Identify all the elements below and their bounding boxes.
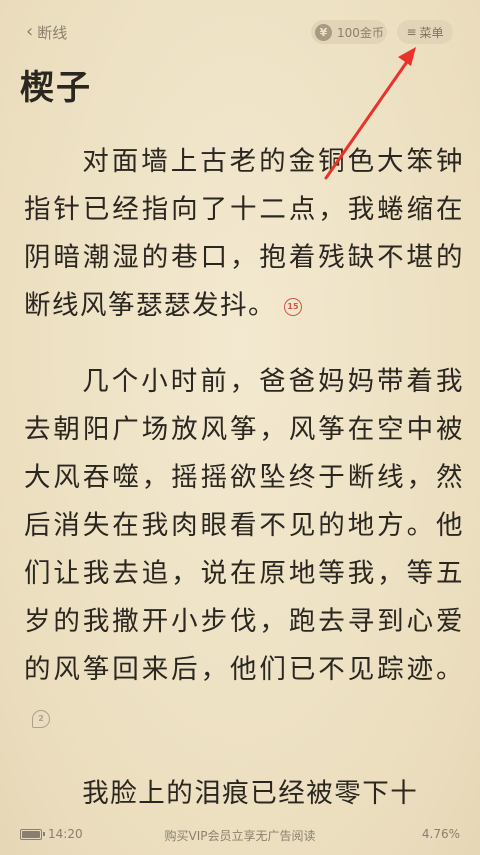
menu-button[interactable]: ≡ 菜单 (397, 20, 453, 44)
chevron-left-icon: ‹ (26, 21, 34, 42)
comment-count-icon[interactable]: 15 (284, 297, 302, 316)
coins-label: 100金币 (337, 25, 384, 40)
back-button[interactable]: ‹ 断线 (26, 20, 67, 44)
vip-promo-link[interactable]: 购买VIP会员立享无广告阅读 (0, 827, 480, 844)
coin-icon: ¥ (315, 23, 332, 41)
reader-top-bar: ‹ 断线 ¥ 100金币 ≡ 菜单 (0, 0, 480, 62)
paragraph-text: 对面墙上古老的金铜色大笨钟指针已经指向了十二点，我蜷缩在阴暗潮湿的巷口，抱着残缺… (24, 146, 464, 321)
back-label: 断线 (37, 23, 68, 42)
menu-label: 菜单 (419, 25, 444, 40)
menu-icon: ≡ (406, 25, 417, 39)
reader-status-bar: 14:20 购买VIP会员立享无广告阅读 4.76% (0, 815, 480, 855)
paragraph: 对面墙上古老的金铜色大笨钟指针已经指向了十二点，我蜷缩在阴暗潮湿的巷口，抱着残缺… (24, 138, 464, 330)
chapter-title: 楔子 (20, 68, 92, 108)
comment-bubble-icon[interactable]: 2 (32, 709, 50, 728)
paragraph: 几个小时前，爸爸妈妈带着我去朝阳广场放风筝，风筝在空中被大风吞噬，摇摇欲坠终于断… (24, 358, 464, 742)
reading-progress: 4.76% (421, 827, 460, 841)
paragraph: 我脸上的泪痕已经被零下十 (24, 770, 464, 818)
coins-badge[interactable]: ¥ 100金币 (311, 20, 387, 44)
paragraph-text: 几个小时前，爸爸妈妈带着我去朝阳广场放风筝，风筝在空中被大风吞噬，摇摇欲坠终于断… (24, 366, 464, 685)
chapter-content[interactable]: 对面墙上古老的金铜色大笨钟指针已经指向了十二点，我蜷缩在阴暗潮湿的巷口，抱着残缺… (24, 138, 464, 846)
paragraph-text: 我脸上的泪痕已经被零下十 (82, 778, 419, 809)
